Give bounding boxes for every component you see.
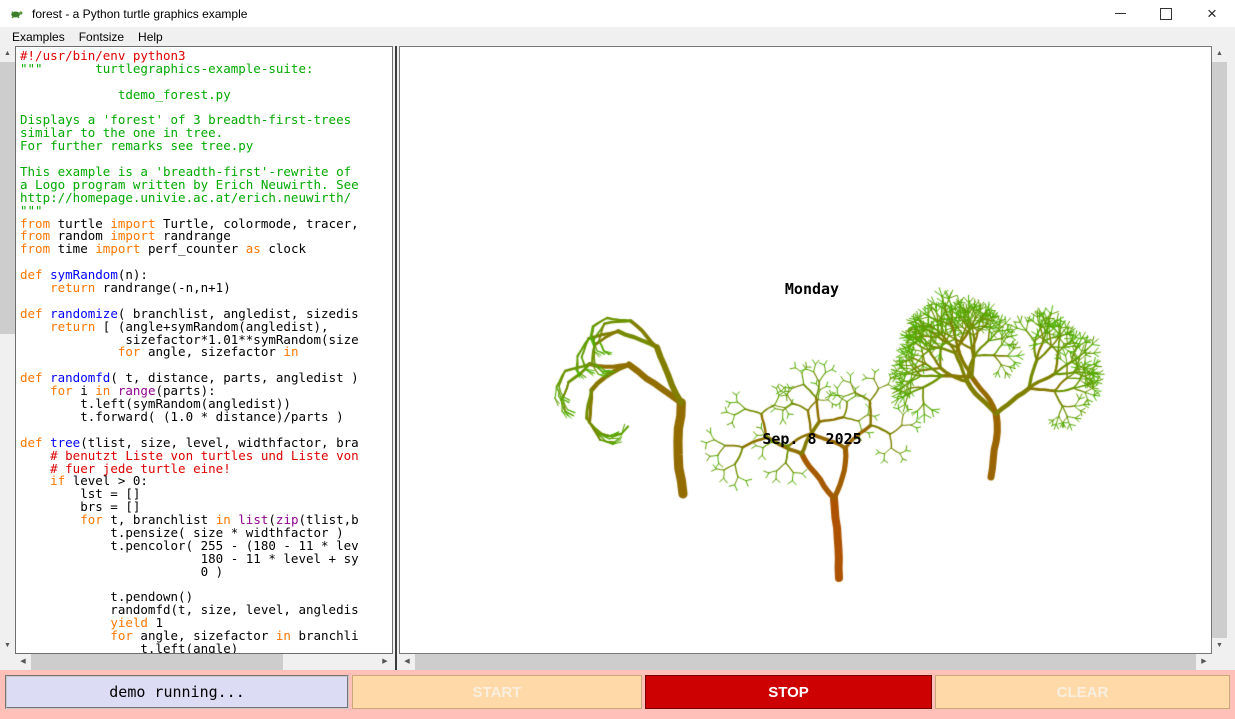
window-controls: × bbox=[1097, 0, 1235, 27]
canvas-hscroll-thumb[interactable] bbox=[415, 654, 1196, 670]
scroll-right-arrow-icon[interactable]: ▶ bbox=[1196, 654, 1212, 670]
start-button[interactable]: START bbox=[352, 675, 642, 709]
scroll-down-arrow-icon[interactable]: ▼ bbox=[0, 638, 15, 654]
canvas-horizontal-scrollbar[interactable]: ◀ ▶ bbox=[399, 654, 1212, 670]
canvas-vscroll-thumb[interactable] bbox=[1212, 62, 1227, 638]
maximize-icon bbox=[1160, 8, 1172, 20]
code-line: """ turtlegraphics-example-suite: bbox=[20, 63, 392, 76]
status-label: demo running... bbox=[5, 675, 349, 709]
pane-divider bbox=[395, 46, 397, 670]
minimize-button[interactable] bbox=[1097, 0, 1143, 27]
scroll-left-arrow-icon[interactable]: ◀ bbox=[15, 654, 31, 670]
maximize-button[interactable] bbox=[1143, 0, 1189, 27]
scroll-right-arrow-icon[interactable]: ▶ bbox=[377, 654, 393, 670]
code-line: t.forward( (1.0 * distance)/parts ) bbox=[20, 411, 392, 424]
canvas-text-label: Sep. 8 2025 bbox=[762, 430, 861, 448]
code-view[interactable]: #!/usr/bin/env python3""" turtlegraphics… bbox=[15, 46, 393, 654]
code-vscroll-thumb[interactable] bbox=[0, 62, 15, 334]
canvas-pane: Monday Sep. 8 2025 bbox=[399, 46, 1212, 654]
code-line: t.left(angle) bbox=[20, 643, 392, 654]
close-button[interactable]: × bbox=[1189, 0, 1235, 27]
code-text: #!/usr/bin/env python3""" turtlegraphics… bbox=[16, 47, 392, 654]
code-vertical-scrollbar[interactable]: ▲ ▼ bbox=[0, 46, 15, 654]
menu-fontsize[interactable]: Fontsize bbox=[72, 30, 131, 44]
window-title: forest - a Python turtle graphics exampl… bbox=[32, 7, 247, 21]
code-hscroll-thumb[interactable] bbox=[31, 654, 283, 670]
turtle-icon bbox=[9, 6, 25, 22]
code-line: http://homepage.univie.ac.at/erich.neuwi… bbox=[20, 192, 392, 205]
code-horizontal-scrollbar[interactable]: ◀ ▶ bbox=[15, 654, 393, 670]
menu-help[interactable]: Help bbox=[131, 30, 170, 44]
code-line: 0 ) bbox=[20, 566, 392, 579]
code-line: return randrange(-n,n+1) bbox=[20, 282, 392, 295]
canvas-text-label: Monday bbox=[785, 280, 839, 298]
close-icon: × bbox=[1207, 5, 1217, 22]
code-line: for angle, sizefactor in bbox=[20, 346, 392, 359]
turtledemo-window: forest - a Python turtle graphics exampl… bbox=[0, 0, 1235, 719]
menu-examples[interactable]: Examples bbox=[5, 30, 72, 44]
stop-button[interactable]: STOP bbox=[645, 675, 932, 709]
scroll-down-arrow-icon[interactable]: ▼ bbox=[1212, 638, 1227, 654]
code-line: from time import perf_counter as clock bbox=[20, 243, 392, 256]
menubar: Examples Fontsize Help bbox=[0, 27, 1235, 46]
code-line: For further remarks see tree.py bbox=[20, 140, 392, 153]
scroll-up-arrow-icon[interactable]: ▲ bbox=[1212, 46, 1227, 62]
titlebar[interactable]: forest - a Python turtle graphics exampl… bbox=[0, 0, 1235, 27]
clear-button[interactable]: CLEAR bbox=[935, 675, 1230, 709]
turtle-canvas[interactable] bbox=[400, 47, 1211, 653]
minimize-icon bbox=[1115, 13, 1126, 14]
code-line: tdemo_forest.py bbox=[20, 89, 392, 102]
canvas-vertical-scrollbar[interactable]: ▲ ▼ bbox=[1212, 46, 1227, 654]
scroll-left-arrow-icon[interactable]: ◀ bbox=[399, 654, 415, 670]
scroll-up-arrow-icon[interactable]: ▲ bbox=[0, 46, 15, 62]
button-bar: demo running... START STOP CLEAR bbox=[0, 670, 1235, 719]
